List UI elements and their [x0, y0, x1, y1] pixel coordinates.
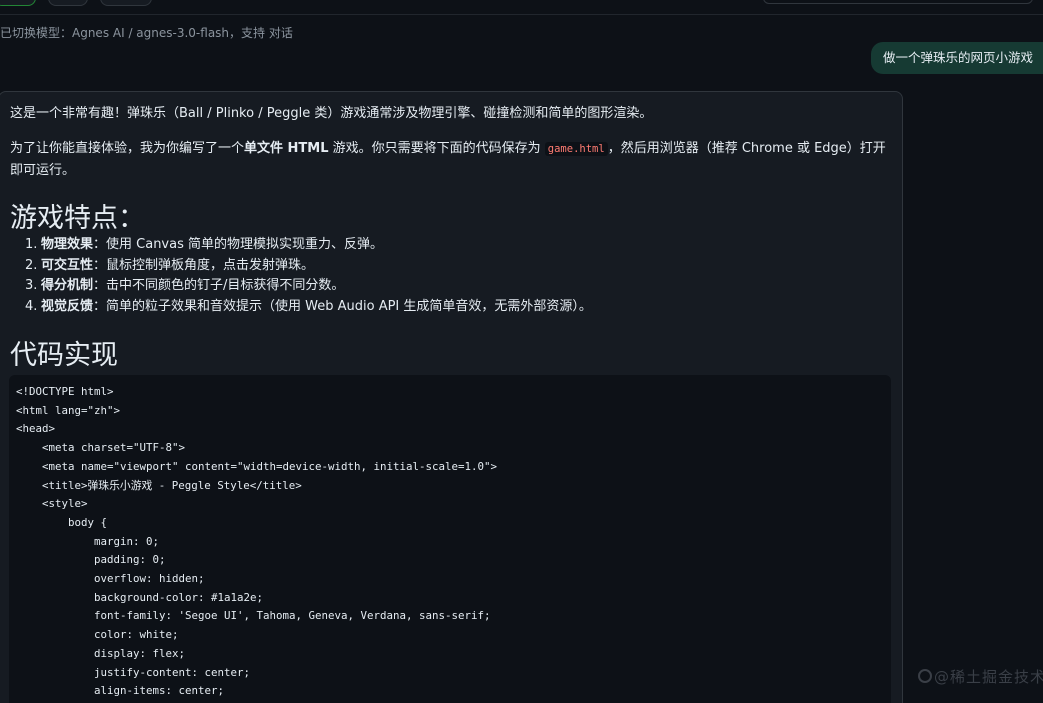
- list-number: 3.: [25, 278, 38, 293]
- list-item: 2. 可交互性：鼠标控制弹板角度，点击发射弹珠。: [25, 256, 592, 277]
- instruction-text: 为了让你能直接体验，我为你编写了一个: [10, 141, 245, 156]
- list-number: 1.: [25, 237, 38, 252]
- toolbar-button[interactable]: [0, 0, 36, 6]
- code-line: background-color: #1a1a2e;: [16, 590, 264, 604]
- instruction-paragraph: 为了让你能直接体验，我为你编写了一个单文件 HTML 游戏。你只需要将下面的代码…: [10, 138, 890, 181]
- inline-code-filename: game.html: [544, 142, 608, 156]
- code-line: justify-content: center;: [16, 665, 251, 679]
- code-line: <meta charset="UTF-8">: [16, 441, 186, 455]
- list-item: 1. 物理效果：使用 Canvas 简单的物理模拟实现重力、反弹。: [25, 235, 592, 256]
- feature-desc: ：鼠标控制弹板角度，点击发射弹珠。: [93, 257, 315, 273]
- code-line: overflow: hidden;: [16, 572, 205, 586]
- code-line: margin: 0;: [16, 534, 160, 548]
- list-number: 4.: [25, 298, 38, 314]
- top-toolbar: [0, 0, 1043, 15]
- code-line: <meta name="viewport" content="width=dev…: [16, 459, 498, 473]
- instruction-bold: 单文件 HTML: [244, 141, 329, 156]
- toolbar-button[interactable]: [48, 0, 88, 6]
- code-line: display: flex;: [16, 646, 186, 660]
- code-block[interactable]: <!DOCTYPE html> <html lang="zh"> <head> …: [9, 375, 891, 703]
- features-heading: 游戏特点：: [10, 203, 145, 234]
- feature-desc: ：简单的粒子效果和音效提示（使用 Web Audio API 生成简单音效，无需…: [93, 298, 592, 314]
- feature-title: 得分机制: [41, 278, 94, 293]
- model-switch-note: 已切换模型：Agnes AI / agnes-3.0-flash，支持 对话: [0, 26, 293, 40]
- code-line: align-items: center;: [16, 684, 225, 698]
- toolbar-button[interactable]: [100, 0, 152, 6]
- feature-title: 视觉反馈: [41, 298, 94, 314]
- watermark: @稀土掘金技术社区: [918, 666, 1043, 687]
- list-item: 4. 视觉反馈：简单的粒子效果和音效提示（使用 Web Audio API 生成简…: [25, 297, 592, 318]
- code-line: color: white;: [16, 628, 179, 642]
- code-heading: 代码实现: [10, 340, 118, 371]
- user-message: 做一个弹珠乐的网页小游戏: [871, 42, 1043, 74]
- feature-desc: ：击中不同颜色的钉子/目标获得不同分数。: [93, 278, 345, 293]
- search-input[interactable]: [763, 0, 1033, 4]
- code-line: font-family: 'Segoe UI', Tahoma, Geneva,…: [16, 609, 491, 623]
- features-list: 1. 物理效果：使用 Canvas 简单的物理模拟实现重力、反弹。 2. 可交互性：…: [25, 235, 592, 317]
- list-item: 3. 得分机制：击中不同颜色的钉子/目标获得不同分数。: [25, 276, 592, 297]
- code-line: <!DOCTYPE html>: [16, 385, 114, 398]
- code-line: <title>弹珠乐小游戏 - Peggle Style</title>: [16, 478, 302, 492]
- chat-page: 已切换模型：Agnes AI / agnes-3.0-flash，支持 对话 做…: [0, 0, 1043, 703]
- code-line: <style>: [16, 497, 88, 511]
- code-line: <head>: [16, 422, 56, 436]
- feature-desc: ：使用 Canvas 简单的物理模拟实现重力、反弹。: [93, 237, 383, 252]
- instruction-text: 游戏。你只需要将下面的代码保存为: [328, 141, 545, 156]
- code-line: <html lang="zh">: [16, 403, 121, 417]
- feature-title: 可交互性: [41, 257, 94, 273]
- assistant-message: 这是一个非常有趣！弹珠乐（Ball / Plinko / Peggle 类）游戏…: [0, 91, 903, 703]
- feature-title: 物理效果: [41, 237, 94, 252]
- intro-paragraph: 这是一个非常有趣！弹珠乐（Ball / Plinko / Peggle 类）游戏…: [10, 106, 653, 121]
- code-line: padding: 0;: [16, 553, 166, 567]
- list-number: 2.: [25, 257, 38, 273]
- watermark-text: @稀土掘金技术社区: [934, 668, 1043, 686]
- code-line: body {: [16, 515, 108, 529]
- community-logo-icon: [918, 669, 932, 683]
